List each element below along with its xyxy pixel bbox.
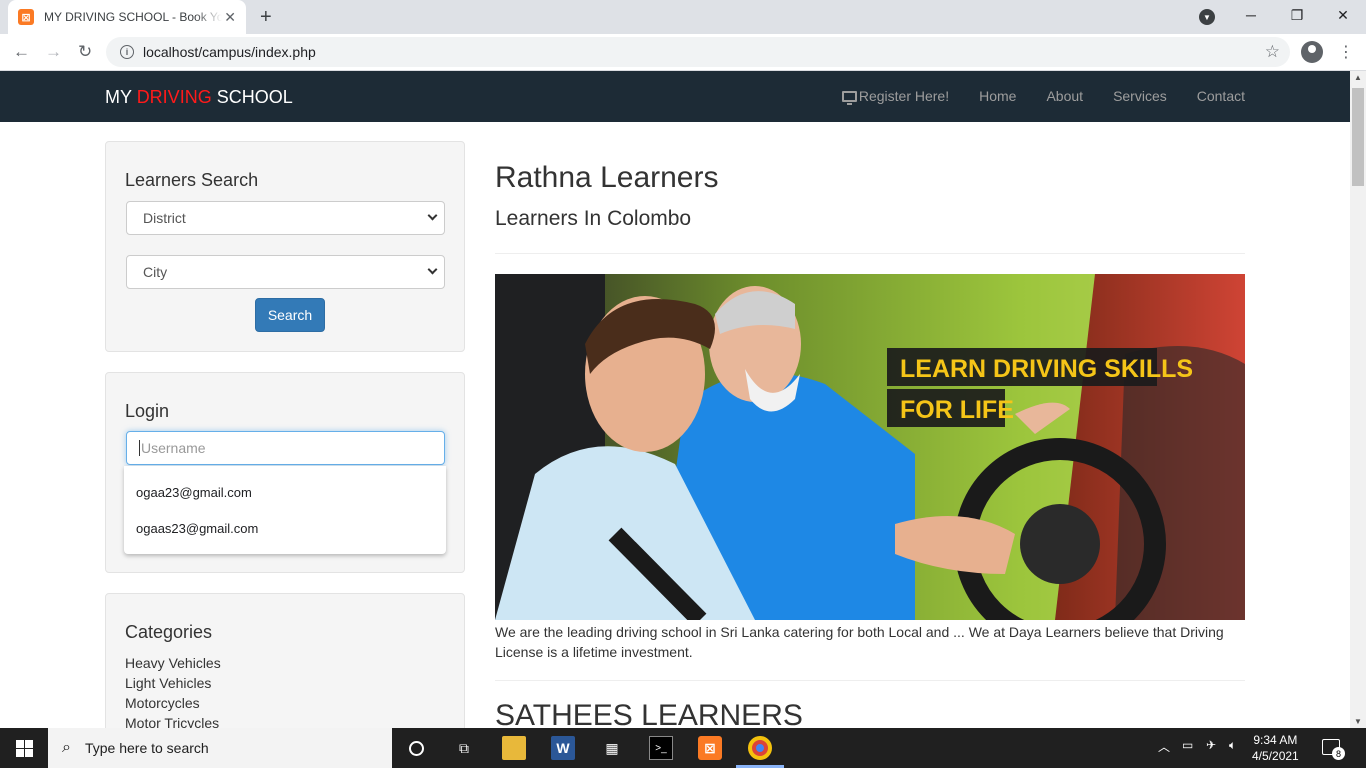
back-arrow-icon[interactable]: ← (13, 42, 30, 62)
school-title[interactable]: SATHEES LEARNERS (495, 699, 803, 728)
system-clock[interactable]: 9:34 AM 4/5/2021 (1252, 732, 1299, 764)
autocomplete-option[interactable]: ogaa23@gmail.com (124, 474, 446, 510)
category-item[interactable]: Motorcycles (125, 693, 221, 713)
nav-home-link[interactable]: Home (979, 88, 1016, 104)
category-item[interactable]: Motor Tricycles (125, 713, 221, 728)
restore-button[interactable]: ❐ (1274, 0, 1320, 30)
hero-banner-line1: LEARN DRIVING SKILLS (900, 355, 1193, 383)
windows-taskbar: ⌕ Type here to search ⧉ W ▦ >_ ⊠ ︿ ▭ ✈ 🔈… (0, 728, 1366, 768)
category-item[interactable]: Heavy Vehicles (125, 653, 221, 673)
terminal-icon[interactable]: >_ (649, 736, 673, 760)
school-description: We are the leading driving school in Sri… (495, 624, 1224, 660)
categories-panel-title: Categories (125, 622, 213, 642)
nav-links: Register Here! Home About Services Conta… (841, 88, 1245, 105)
search-icon: ⌕ (62, 739, 71, 756)
nav-register-link[interactable]: Register Here! (841, 88, 950, 105)
battery-icon[interactable]: ▭ (1182, 738, 1193, 752)
taskbar-search-placeholder: Type here to search (84, 740, 209, 756)
xampp-icon[interactable]: ⊠ (698, 736, 722, 760)
category-item[interactable]: Light Vehicles (125, 673, 221, 693)
username-autocomplete-dropdown: ogaa23@gmail.com ogaas23@gmail.com (124, 466, 446, 554)
hero-image: LEARN DRIVING SKILLS FOR LIFE (495, 274, 1245, 620)
username-placeholder: Username (141, 440, 206, 456)
search-panel-title: Learners Search (125, 170, 259, 190)
nav-register-label: Register Here! (858, 88, 950, 104)
district-select-value: District (143, 210, 186, 226)
scroll-down-arrow-icon[interactable]: ▼ (1354, 717, 1362, 726)
browser-tab[interactable]: ⊠ MY DRIVING SCHOOL - Book Your Driving … (8, 0, 246, 34)
windows-start-icon[interactable] (16, 740, 33, 757)
chrome-icon[interactable] (748, 736, 772, 760)
menu-kebab-icon[interactable]: ⋮ (1338, 42, 1354, 62)
site-info-icon[interactable]: i (120, 45, 134, 59)
brand-part2: DRIVING (136, 87, 212, 107)
minimize-button[interactable]: ─ (1228, 0, 1274, 30)
divider (495, 253, 1245, 254)
notification-count-badge: 8 (1332, 747, 1345, 760)
word-icon[interactable]: W (551, 736, 575, 760)
close-window-button[interactable]: ✕ (1320, 0, 1366, 30)
bookmark-star-icon[interactable]: ☆ (1265, 42, 1280, 62)
scroll-up-arrow-icon[interactable]: ▲ (1354, 73, 1362, 82)
school-title[interactable]: Rathna Learners (495, 161, 718, 195)
site-brand[interactable]: MY DRIVING SCHOOL (105, 87, 293, 108)
divider (495, 680, 1245, 681)
address-bar[interactable]: i localhost/campus/index.php ☆ (106, 37, 1290, 67)
browser-tab-strip: ⊠ MY DRIVING SCHOOL - Book Your Driving … (0, 0, 1366, 34)
microsoft-store-icon[interactable]: ▦ (600, 736, 624, 760)
forward-arrow-icon[interactable]: → (45, 42, 62, 62)
school-subtitle: Learners In Colombo (495, 207, 692, 230)
tab-close-icon[interactable]: ✕ (224, 9, 236, 26)
site-navbar: MY DRIVING SCHOOL Register Here! Home Ab… (0, 71, 1350, 122)
categories-panel: Categories Heavy Vehicles Light Vehicles… (105, 593, 465, 728)
volume-icon[interactable]: 🔈︎ (1229, 738, 1236, 753)
hero-banner-line2: FOR LIFE (900, 396, 1014, 424)
scrollbar-thumb[interactable] (1352, 88, 1364, 186)
city-select-value: City (143, 264, 168, 280)
tray-chevron-up-icon[interactable]: ︿ (1158, 738, 1170, 755)
taskbar-search-box[interactable]: ⌕ Type here to search (48, 728, 392, 768)
city-select[interactable]: City (126, 255, 445, 289)
chevron-down-icon (427, 210, 438, 221)
search-button[interactable]: Search (255, 298, 325, 332)
brand-part1: MY (105, 87, 137, 107)
browser-toolbar: ← → ↻ i localhost/campus/index.php ☆ ⋮ (0, 34, 1366, 71)
new-tab-button[interactable]: + (260, 6, 272, 29)
xampp-favicon-icon: ⊠ (18, 9, 34, 25)
category-list: Heavy Vehicles Light Vehicles Motorcycle… (125, 653, 221, 728)
monitor-icon (841, 90, 857, 105)
username-input[interactable]: Username (126, 431, 445, 465)
brand-part3: SCHOOL (211, 87, 293, 107)
page-viewport: MY DRIVING SCHOOL Register Here! Home Ab… (0, 71, 1350, 728)
district-select[interactable]: District (126, 201, 445, 235)
nav-contact-link[interactable]: Contact (1197, 88, 1245, 104)
text-caret (139, 440, 140, 456)
clock-time: 9:34 AM (1253, 733, 1298, 747)
nav-about-link[interactable]: About (1046, 88, 1083, 104)
clock-date: 4/5/2021 (1252, 749, 1299, 763)
reload-icon[interactable]: ↻ (78, 42, 92, 62)
notification-center-icon[interactable]: 8 (1322, 739, 1345, 760)
file-explorer-icon[interactable] (502, 736, 526, 760)
profile-avatar-icon[interactable] (1301, 41, 1323, 63)
driving-lesson-illustration: LEARN DRIVING SKILLS FOR LIFE (495, 274, 1245, 620)
tab-search-icon[interactable]: ▼ (1199, 9, 1215, 25)
cortana-icon[interactable] (404, 736, 428, 760)
task-view-icon[interactable]: ⧉ (452, 736, 476, 760)
url-text: localhost/campus/index.php (143, 44, 316, 60)
tab-title: MY DRIVING SCHOOL - Book Your Driving Sc… (44, 10, 222, 24)
login-panel-title: Login (125, 401, 170, 421)
airplane-mode-icon[interactable]: ✈ (1206, 738, 1216, 752)
nav-services-link[interactable]: Services (1113, 88, 1167, 104)
login-panel: Login Username ogaa23@gmail.com ogaas23@… (105, 372, 465, 573)
autocomplete-option[interactable]: ogaas23@gmail.com (124, 510, 446, 546)
learners-search-panel: Learners Search District City Search (105, 141, 465, 352)
chevron-down-icon (427, 264, 438, 275)
page-scrollbar[interactable]: ▲ ▼ (1350, 71, 1366, 728)
